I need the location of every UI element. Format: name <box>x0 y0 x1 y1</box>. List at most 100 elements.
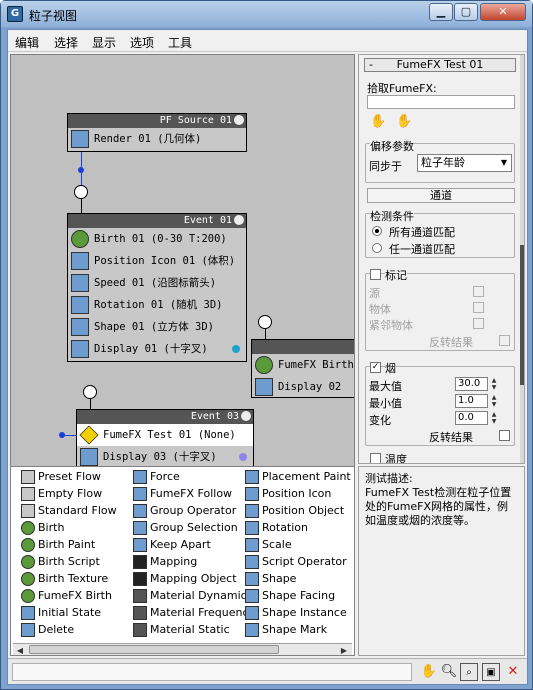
depot-item[interactable]: Material Frequency <box>133 605 255 622</box>
depot-item[interactable]: Force <box>133 469 180 486</box>
depot-item[interactable]: Group Selection <box>133 520 238 537</box>
radio-all-channels[interactable] <box>372 226 382 236</box>
wire-dot <box>59 432 65 438</box>
render-operator[interactable]: Render 01 (几何体) <box>68 128 246 150</box>
spinner-arrows-icon[interactable]: ▲ ▼ <box>490 377 498 391</box>
depot-item[interactable]: Shape Mark <box>245 622 327 639</box>
flag-object-checkbox[interactable] <box>473 302 484 313</box>
operator-label: FumeFX Test 01 (None) <box>103 429 236 441</box>
input-port[interactable] <box>83 385 97 399</box>
depot-item[interactable]: FumeFX Birth <box>21 588 112 605</box>
depot-item[interactable]: Group Operator <box>133 503 236 520</box>
menu-options[interactable]: 选项 <box>130 34 154 51</box>
depot-item[interactable]: Position Object <box>245 503 344 520</box>
depot-item[interactable]: Birth Paint <box>21 537 95 554</box>
no-draw-icon[interactable]: ✕ <box>504 663 522 681</box>
depot-item[interactable]: Preset Flow <box>21 469 101 486</box>
menu-select[interactable]: 选择 <box>54 34 78 51</box>
depot-item[interactable]: FumeFX Follow <box>133 486 232 503</box>
depot-item[interactable]: Birth Texture <box>21 571 108 588</box>
sync-dropdown[interactable]: 粒子年龄 ▼ <box>417 154 512 172</box>
depot-item[interactable]: Birth <box>21 520 64 537</box>
operator-icon <box>245 572 259 586</box>
depot-item[interactable]: Shape Instance <box>245 605 347 622</box>
depot-item[interactable]: Shape Facing <box>245 588 335 605</box>
min-spinner-field[interactable]: 1.0 <box>455 394 488 408</box>
depot-item[interactable]: Mapping Object <box>133 571 237 588</box>
depot-item[interactable]: Delete <box>21 622 74 639</box>
depot-item[interactable]: Rotation <box>245 520 308 537</box>
title-bar[interactable]: G 粒子视图 ▁ ▢ ✕ <box>1 1 532 27</box>
channel-button[interactable]: 通道 <box>367 188 515 203</box>
zoom-region-icon[interactable]: ⌕ <box>460 663 478 681</box>
chevron-down-icon: ▼ <box>500 158 507 167</box>
pf-source-node[interactable]: PF Source 01 Render 01 (几何体) <box>67 113 247 152</box>
maximize-button[interactable]: ▢ <box>454 3 478 21</box>
zoom-extents-icon[interactable]: ▣ <box>482 663 500 681</box>
rotation-operator[interactable]: Rotation 01 (随机 3D) <box>68 294 246 316</box>
depot-item[interactable]: Initial State <box>21 605 101 622</box>
menu-display[interactable]: 显示 <box>92 34 116 51</box>
change-spinner-field[interactable]: 0.0 <box>455 411 488 425</box>
input-port[interactable] <box>258 315 272 329</box>
fumefx-test-operator[interactable]: FumeFX Test 01 (None) <box>77 424 253 446</box>
radio-any-channel[interactable] <box>372 243 382 253</box>
shape-operator[interactable]: Shape 01 (立方体 3D) <box>68 316 246 338</box>
operator-icon <box>245 538 259 552</box>
display-operator[interactable]: Display 03 (十字叉) <box>77 446 253 468</box>
operator-icon <box>245 470 259 484</box>
depot-item[interactable]: Keep Apart <box>133 537 211 554</box>
menu-edit[interactable]: 编辑 <box>15 34 39 51</box>
scroll-right-icon[interactable]: ▶ <box>338 645 350 656</box>
rollout-header[interactable]: - FumeFX Test 01 <box>364 58 516 72</box>
node-canvas[interactable]: PF Source 01 Render 01 (几何体) Event 01 Bi… <box>10 54 355 484</box>
depot-item[interactable]: Mapping <box>133 554 197 571</box>
pick-list-icon[interactable]: ✋ <box>396 115 414 129</box>
zoom-icon[interactable]: 🔍︎ <box>440 663 458 681</box>
spinner-arrows-icon[interactable]: ▲ ▼ <box>490 394 498 408</box>
scroll-thumb[interactable] <box>29 645 279 654</box>
radio-any-label: 任一通道匹配 <box>389 243 455 256</box>
event-03-node[interactable]: Event 03 FumeFX Test 01 (None) Display 0… <box>76 409 254 469</box>
fumefx-birth-operator[interactable]: FumeFX Birth <box>252 354 354 376</box>
menu-tools[interactable]: 工具 <box>168 34 192 51</box>
position-icon-operator[interactable]: Position Icon 01 (体积) <box>68 250 246 272</box>
hand-icon[interactable]: ✋ <box>420 663 438 681</box>
depot-item[interactable]: Scale <box>245 537 292 554</box>
panel-vertical-scrollbar[interactable] <box>520 55 524 463</box>
display-operator[interactable]: Display 02 <box>252 376 354 398</box>
flag-checkbox[interactable] <box>370 269 381 280</box>
smoke-invert-checkbox[interactable] <box>499 430 510 441</box>
speed-operator[interactable]: Speed 01 (沿图标箭头) <box>68 272 246 294</box>
depot-item[interactable]: Shape <box>245 571 296 588</box>
max-spinner-field[interactable]: 30.0 <box>455 377 488 391</box>
depot-item[interactable]: Placement Paint <box>245 469 351 486</box>
close-button[interactable]: ✕ <box>480 3 526 21</box>
input-port[interactable] <box>74 185 88 199</box>
minimize-button[interactable]: ▁ <box>429 3 453 21</box>
event-02-node[interactable]: FumeFX Birth Display 02 <box>251 339 354 398</box>
event-01-node[interactable]: Event 01 Birth 01 (0-30 T:200) Position … <box>67 213 247 362</box>
temperature-checkbox[interactable] <box>370 453 381 463</box>
spinner-arrows-icon[interactable]: ▲ ▼ <box>490 411 498 425</box>
depot-item[interactable]: Birth Script <box>21 554 100 571</box>
scroll-thumb[interactable] <box>520 245 524 385</box>
pick-hand-icon[interactable]: ✋ <box>370 115 388 129</box>
depot-item[interactable]: Position Icon <box>245 486 331 503</box>
depot-item[interactable]: Standard Flow <box>21 503 117 520</box>
flag-near-object-checkbox[interactable] <box>473 318 484 329</box>
smoke-checkbox[interactable]: ✓ <box>370 362 381 373</box>
depot-item-label: Group Selection <box>150 521 238 534</box>
depot-item[interactable]: Material Dynamic <box>133 588 247 605</box>
scroll-left-icon[interactable]: ◀ <box>14 645 26 656</box>
flag-invert-checkbox[interactable] <box>499 335 510 346</box>
depot-item[interactable]: Material Static <box>133 622 230 639</box>
depot-item[interactable]: Empty Flow <box>21 486 102 503</box>
depot-item[interactable]: Script Operator <box>245 554 347 571</box>
birth-operator[interactable]: Birth 01 (0-30 T:200) <box>68 228 246 250</box>
node-header: Event 03 <box>77 410 253 424</box>
display-operator[interactable]: Display 01 (十字叉) <box>68 338 246 360</box>
pick-fumefx-field[interactable] <box>367 95 515 109</box>
depot-horizontal-scrollbar[interactable]: ◀ ▶ <box>13 643 352 655</box>
flag-source-checkbox[interactable] <box>473 286 484 297</box>
